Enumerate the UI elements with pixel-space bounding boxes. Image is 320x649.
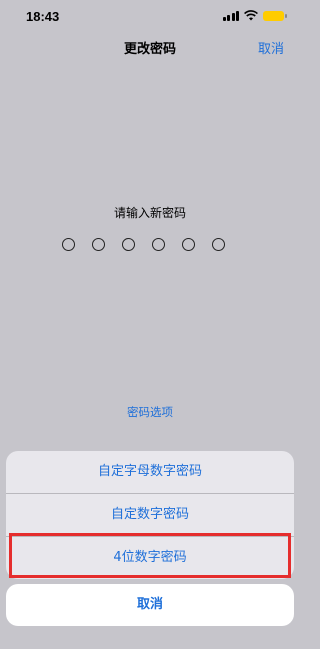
status-time: 18:43 xyxy=(26,9,60,24)
passcode-options-link[interactable]: 密码选项 xyxy=(0,404,300,420)
wifi-icon xyxy=(244,10,258,21)
option-custom-alphanumeric[interactable]: 自定字母数字密码 xyxy=(6,451,294,494)
passcode-dot xyxy=(92,238,105,251)
passcode-dot xyxy=(212,238,225,251)
signal-icon xyxy=(222,10,239,21)
option-4-digit[interactable]: 4位数字密码 xyxy=(6,537,294,579)
option-custom-numeric[interactable]: 自定数字密码 xyxy=(6,494,294,537)
status-bar: 18:43 xyxy=(0,0,300,34)
passcode-dot xyxy=(152,238,165,251)
passcode-dot xyxy=(182,238,195,251)
action-sheet: 自定字母数字密码 自定数字密码 4位数字密码 xyxy=(6,451,294,579)
passcode-dots xyxy=(62,238,225,251)
cancel-button[interactable]: 取消 xyxy=(258,38,284,57)
status-icons xyxy=(222,10,287,21)
page-title: 更改密码 xyxy=(123,42,176,57)
battery-icon xyxy=(263,10,287,21)
passcode-dot xyxy=(62,238,75,251)
sheet-cancel-button[interactable]: 取消 xyxy=(6,584,294,626)
passcode-prompt: 请输入新密码 xyxy=(113,206,186,220)
passcode-dot xyxy=(122,238,135,251)
